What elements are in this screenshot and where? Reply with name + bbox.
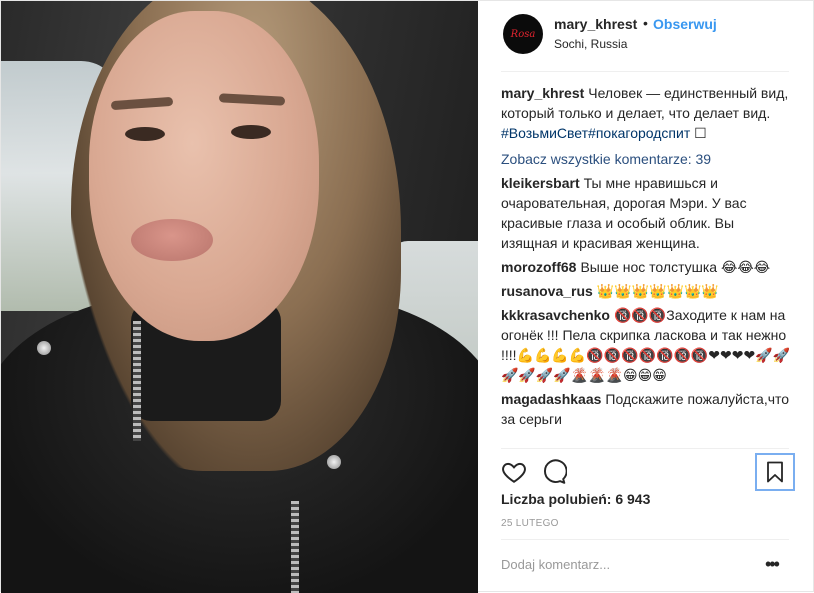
avatar-logo-text: Rosa xyxy=(510,28,536,40)
comment-item: kleikersbart Ты мне нравишься и очаровате… xyxy=(501,173,791,253)
action-bar xyxy=(479,449,814,495)
comment-item: kkkrasavchenko 🔞🔞🔞Заходите к нам на огонё… xyxy=(501,305,791,385)
post-photo[interactable] xyxy=(1,1,478,593)
save-button[interactable] xyxy=(755,453,795,491)
lips xyxy=(131,219,213,261)
comment-item: rusanova_rus 👑👑👑👑👑👑👑 xyxy=(501,281,791,301)
divider xyxy=(501,539,789,540)
zipper-left xyxy=(133,321,141,441)
likes-count[interactable]: Liczba polubień: 6 943 xyxy=(501,491,650,507)
bookmark-icon xyxy=(767,461,783,483)
add-comment-input[interactable]: Dodaj komentarz... xyxy=(501,557,610,572)
zipper-bottom xyxy=(291,501,299,593)
comment-icon[interactable] xyxy=(541,459,567,485)
comment-username[interactable]: magadashkaas xyxy=(501,391,601,407)
header-username[interactable]: mary_khrest xyxy=(554,16,637,32)
left-brow xyxy=(110,96,174,111)
comment-username[interactable]: morozoff68 xyxy=(501,259,576,275)
heart-icon[interactable] xyxy=(501,459,527,485)
comment-text: 👑👑👑👑👑👑👑 xyxy=(596,283,719,299)
caption: mary_khrest Человек — единственный вид, к… xyxy=(501,83,791,143)
face xyxy=(89,11,319,341)
more-options-icon[interactable]: ••• xyxy=(765,554,780,575)
post-sidebar: Rosa mary_khrest • Obserwuj Sochi, Russi… xyxy=(479,1,814,593)
comments-list: mary_khrest Человек — единственный вид, к… xyxy=(501,83,791,446)
instagram-post: Rosa mary_khrest • Obserwuj Sochi, Russi… xyxy=(0,0,814,593)
view-all-comments-link[interactable]: Zobacz wszystkie komentarze: 39 xyxy=(501,149,791,169)
caption-hashtags[interactable]: #ВозьмиСвет#покагородспит xyxy=(501,125,690,141)
caption-username[interactable]: mary_khrest xyxy=(501,85,584,101)
location-link[interactable]: Sochi, Russia xyxy=(554,37,627,51)
post-header: Rosa mary_khrest • Obserwuj Sochi, Russi… xyxy=(479,1,814,71)
comment-username[interactable]: kkkrasavchenko xyxy=(501,307,610,323)
caption-trailing-icon: ☐ xyxy=(694,125,707,141)
follow-button[interactable]: Obserwuj xyxy=(653,16,717,32)
jacket-stud xyxy=(37,341,51,355)
comment-item: magadashkaas Подскажите пожалуйста,что за… xyxy=(501,389,791,429)
jacket-stud xyxy=(327,455,341,469)
post-date[interactable]: 25 LUTEGO xyxy=(501,518,559,529)
comment-username[interactable]: kleikersbart xyxy=(501,175,580,191)
right-eye xyxy=(231,125,271,139)
comment-item: morozoff68 Выше нос толстушка 😂😂😂 xyxy=(501,257,791,277)
comment-username[interactable]: rusanova_rus xyxy=(501,283,593,299)
separator-dot: • xyxy=(643,15,648,31)
avatar[interactable]: Rosa xyxy=(503,14,543,54)
right-brow xyxy=(218,93,286,106)
comment-text: Выше нос толстушка 😂😂😂 xyxy=(580,259,771,275)
divider xyxy=(501,71,789,72)
left-eye xyxy=(125,127,165,141)
